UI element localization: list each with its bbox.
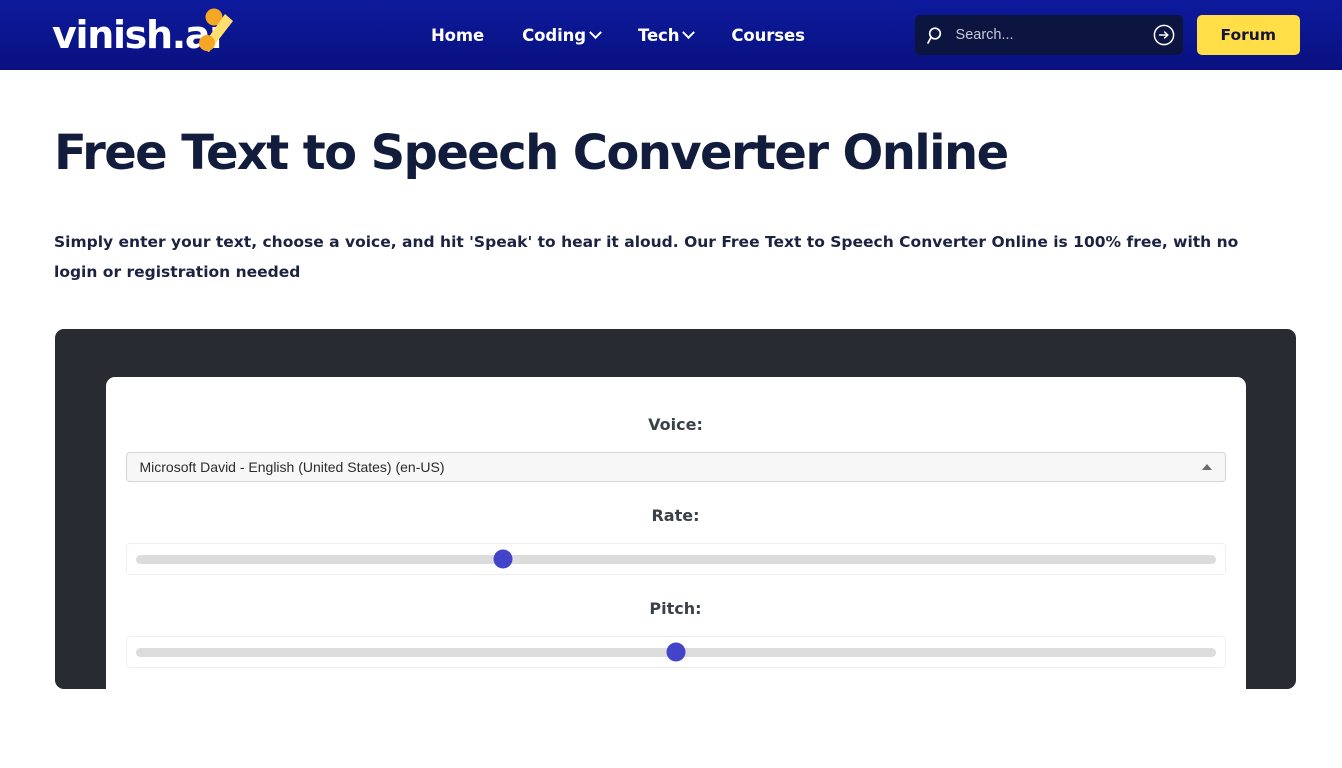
chevron-down-icon bbox=[589, 25, 602, 39]
voice-label: Voice: bbox=[648, 415, 703, 435]
rate-slider[interactable] bbox=[125, 543, 1226, 576]
nav-item-coding[interactable]: Coding bbox=[522, 25, 602, 45]
search-submit-button[interactable] bbox=[1153, 24, 1175, 46]
site-header: vinish.ai Home Coding Tech Courses Searc… bbox=[0, 0, 1342, 70]
pitch-slider[interactable] bbox=[125, 636, 1226, 669]
chevron-down-icon bbox=[682, 25, 696, 39]
nav-label-coding: Coding bbox=[522, 25, 586, 45]
tts-tool-card: Voice: Microsoft David - English (United… bbox=[105, 377, 1246, 690]
search-input[interactable] bbox=[955, 27, 1143, 43]
voice-select[interactable]: Microsoft David - English (United States… bbox=[125, 452, 1226, 483]
pitch-slider-track[interactable] bbox=[135, 642, 1216, 662]
pitch-label: Pitch: bbox=[649, 599, 702, 619]
brand-name-main: vinish. bbox=[52, 13, 186, 57]
main-navigation: Home Coding Tech Courses bbox=[431, 26, 805, 45]
page-content: Free Text to Speech Converter Online Sim… bbox=[0, 125, 1342, 690]
search-bar[interactable] bbox=[914, 15, 1183, 55]
search-icon bbox=[926, 26, 946, 45]
nav-item-home[interactable]: Home bbox=[431, 26, 484, 45]
tts-tool-panel: Voice: Microsoft David - English (United… bbox=[55, 329, 1296, 690]
brand-logo[interactable]: vinish.ai bbox=[52, 0, 233, 70]
nav-label-courses: Courses bbox=[731, 25, 805, 45]
voice-selected-value: Microsoft David - English (United States… bbox=[139, 459, 445, 476]
nav-item-tech[interactable]: Tech bbox=[637, 25, 696, 45]
forum-button[interactable]: Forum bbox=[1196, 15, 1300, 55]
nav-label-tech: Tech bbox=[637, 25, 680, 45]
pitch-slider-thumb[interactable] bbox=[666, 642, 685, 662]
brand-name-text: vinish.ai bbox=[52, 13, 222, 57]
page-subtitle: Simply enter your text, choose a voice, … bbox=[54, 232, 1239, 282]
nav-item-courses[interactable]: Courses bbox=[731, 25, 805, 45]
page-title: Free Text to Speech Converter Online bbox=[54, 125, 1009, 181]
rate-slider-track[interactable] bbox=[135, 549, 1216, 569]
rate-label: Rate: bbox=[651, 506, 700, 526]
voice-select-wrapper: Microsoft David - English (United States… bbox=[125, 452, 1226, 483]
rate-slider-thumb[interactable] bbox=[493, 549, 513, 569]
nav-label-home: Home bbox=[430, 25, 485, 45]
brand-name-accent: ai bbox=[184, 13, 222, 57]
header-actions: Forum bbox=[914, 15, 1342, 55]
